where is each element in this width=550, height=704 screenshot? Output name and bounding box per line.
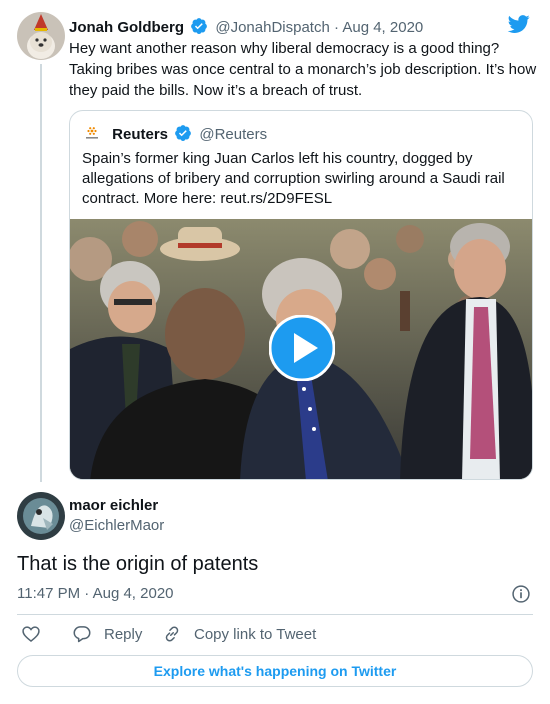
reply-author-name[interactable]: maor eichler bbox=[69, 497, 158, 515]
link-icon bbox=[165, 626, 179, 642]
maor-eichler-avatar[interactable] bbox=[17, 492, 65, 540]
tweet-embed-card: Jonah Goldberg @JonahDispatch · Aug 4, 2… bbox=[0, 0, 550, 704]
twitter-bird-icon[interactable] bbox=[507, 13, 531, 35]
header-separator: · bbox=[329, 19, 343, 36]
verified-badge-icon bbox=[191, 18, 208, 34]
reply-button[interactable]: Reply bbox=[72, 624, 142, 644]
quoted-tweet-text: Spain’s former king Juan Carlos left his… bbox=[82, 150, 505, 207]
parent-tweet-text: Hey want another reason why liberal demo… bbox=[69, 40, 537, 99]
reply-time: 11:47 PM bbox=[17, 585, 81, 602]
reply-author-handle[interactable]: @EichlerMaor bbox=[69, 517, 164, 535]
author-handle[interactable]: @JonahDispatch bbox=[215, 19, 329, 36]
meta-separator: · bbox=[80, 585, 93, 602]
jonah-goldberg-avatar[interactable] bbox=[17, 12, 65, 60]
reply-timestamp[interactable]: 11:47 PM · Aug 4, 2020 bbox=[17, 585, 174, 603]
quoted-tweet-header: Reuters @Reuters bbox=[82, 123, 267, 145]
reply-label: Reply bbox=[104, 625, 143, 643]
quoted-author-name: Reuters bbox=[112, 126, 169, 143]
explore-twitter-button[interactable]: Explore what's happening on Twitter bbox=[17, 655, 533, 687]
like-button[interactable] bbox=[21, 624, 53, 644]
copy-link-label: Copy link to Tweet bbox=[194, 625, 317, 643]
play-icon[interactable] bbox=[269, 315, 335, 381]
reply-tweet-text: That is the origin of patents bbox=[17, 553, 259, 575]
thread-connector-line bbox=[40, 64, 42, 482]
copy-link-button[interactable]: Copy link to Tweet bbox=[162, 624, 316, 644]
quoted-author-handle: @Reuters bbox=[199, 126, 268, 143]
parent-tweet-header: Jonah Goldberg @JonahDispatch · Aug 4, 2… bbox=[69, 17, 423, 37]
heart-icon bbox=[22, 626, 40, 643]
quoted-tweet[interactable]: Reuters @Reuters Spain’s former king Jua… bbox=[69, 110, 533, 480]
author-name[interactable]: Jonah Goldberg bbox=[69, 19, 184, 36]
reply-date: Aug 4, 2020 bbox=[92, 585, 174, 602]
reuters-logo-icon bbox=[82, 123, 102, 143]
video-thumbnail[interactable] bbox=[70, 219, 532, 479]
divider bbox=[17, 614, 533, 615]
tweet-date[interactable]: Aug 4, 2020 bbox=[342, 19, 423, 36]
info-icon[interactable] bbox=[511, 584, 531, 604]
reply-icon bbox=[73, 626, 91, 643]
verified-badge-icon bbox=[175, 125, 192, 141]
